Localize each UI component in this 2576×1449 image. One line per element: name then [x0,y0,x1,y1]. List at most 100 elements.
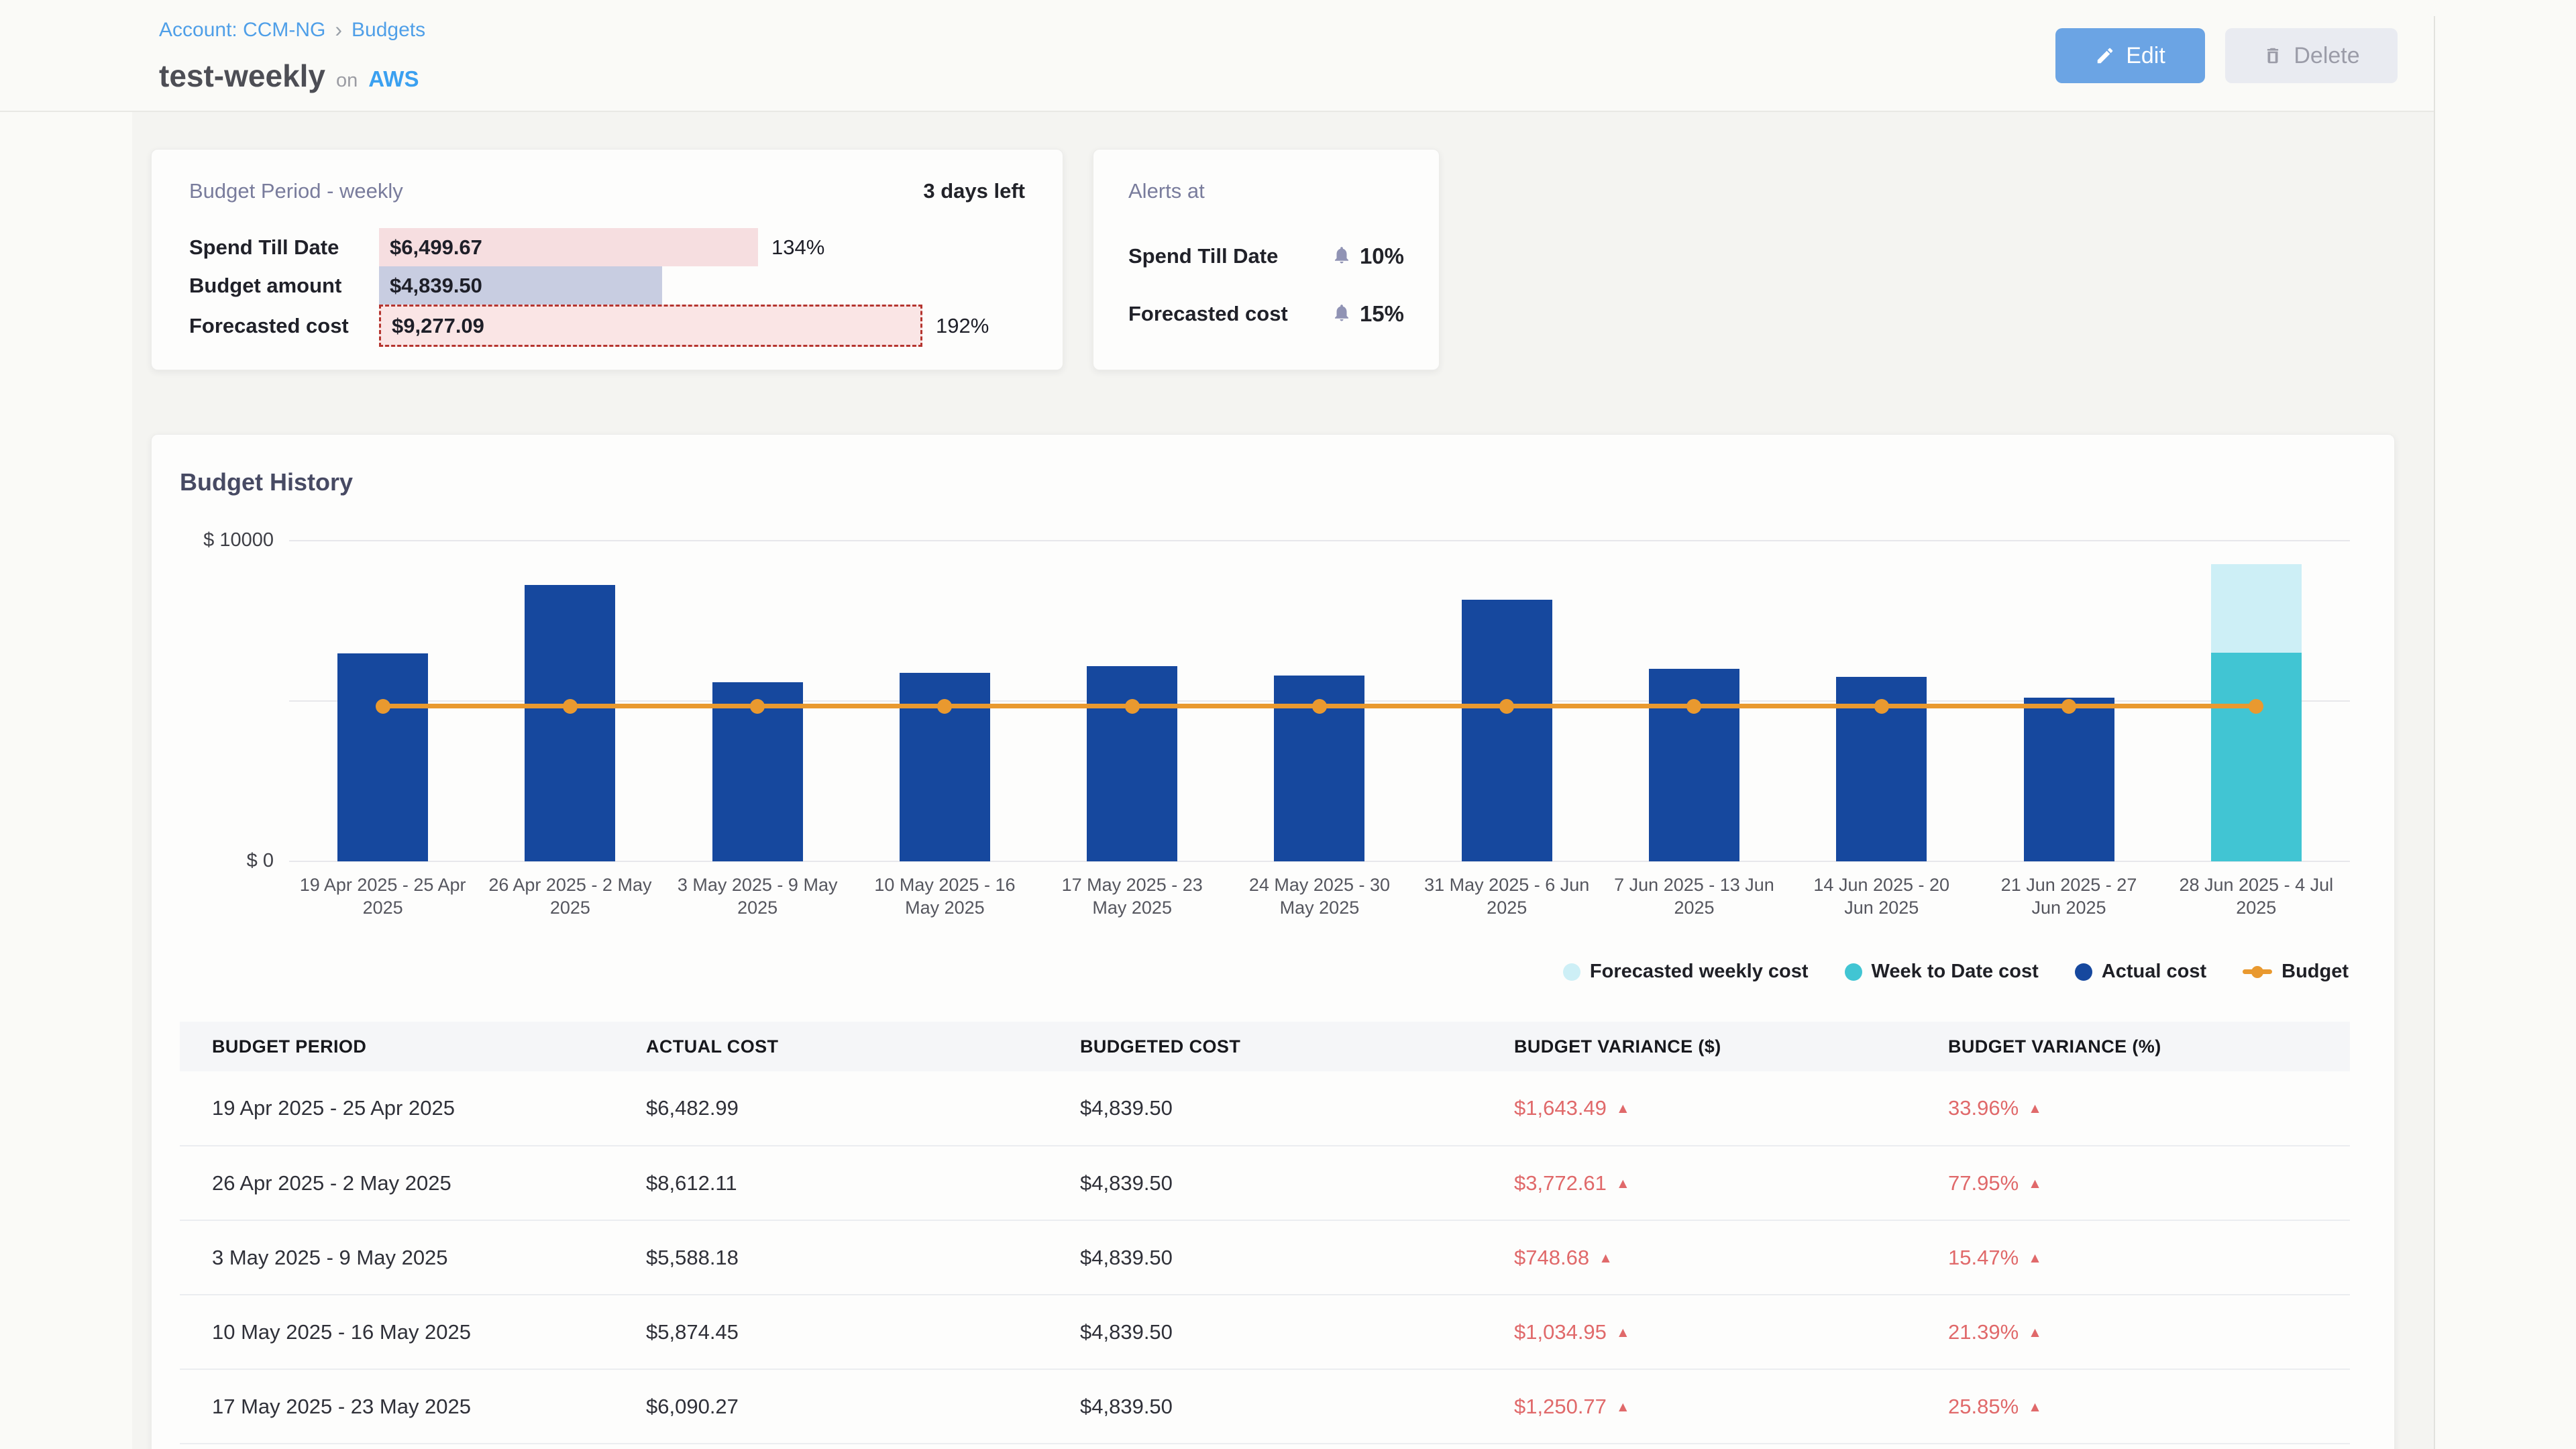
chart-bar[interactable] [1649,669,1739,861]
delete-button-label: Delete [2294,43,2359,69]
cell-budget-variance-pct: 33.96%▲ [1916,1071,2350,1146]
actual-cost-bar[interactable] [525,585,615,861]
budget-line-marker[interactable] [2061,699,2076,714]
title-connector: on [336,70,358,92]
variance-value: $3,772.61 [1514,1171,1607,1195]
cell-budgeted-cost: $4,839.50 [1048,1369,1482,1444]
y-axis-tick-label: $ 10000 [180,529,274,551]
content-panel-right-border [2434,16,2435,1449]
budget-period-rows: Spend Till Date$6,499.67134%Budget amoun… [189,228,1025,347]
table-header-row: BUDGET PERIODACTUAL COSTBUDGETED COSTBUD… [180,1022,2350,1071]
budget-line-marker[interactable] [1499,699,1514,714]
budget-line-marker[interactable] [937,699,952,714]
chart-bar[interactable] [337,653,428,861]
trend-up-icon: ▲ [1616,1325,1630,1340]
breadcrumb: Account: CCM-NG › Budgets [159,17,425,42]
budget-line-marker[interactable] [563,699,578,714]
budget-period-row-amount: $9,277.09 [392,314,484,338]
cell-budget-variance-pct: 77.95%▲ [1916,1146,2350,1220]
legend-item[interactable]: Forecasted weekly cost [1563,961,1809,983]
actual-cost-bar[interactable] [337,653,428,861]
legend-item[interactable]: Week to Date cost [1845,961,2039,983]
alert-row-label: Spend Till Date [1128,244,1278,268]
budget-line-marker[interactable] [2249,699,2263,714]
cloud-provider-label: AWS [368,66,419,92]
x-axis-label: 31 May 2025 - 6 Jun 2025 [1423,873,1591,919]
pencil-icon [2095,46,2115,66]
x-axis-label: 24 May 2025 - 30 May 2025 [1236,873,1403,919]
x-axis-label: 3 May 2025 - 9 May 2025 [674,873,841,919]
summary-cards-row: Budget Period - weekly 3 days left Spend… [151,149,1440,370]
actual-cost-bar[interactable] [1462,600,1552,861]
chart-category-column: 14 Jun 2025 - 20 Jun 2025 [1788,541,1975,861]
budget-period-card: Budget Period - weekly 3 days left Spend… [151,149,1063,370]
table-row: 19 Apr 2025 - 25 Apr 2025$6,482.99$4,839… [180,1071,2350,1146]
cell-budget-variance-usd: $748.68▲ [1482,1220,1916,1295]
budget-period-card-title: Budget Period - weekly [189,179,403,203]
column-header: BUDGET VARIANCE (%) [1916,1022,2350,1071]
delete-button[interactable]: Delete [2225,28,2398,83]
budget-line-marker[interactable] [1125,699,1140,714]
chevron-right-icon: › [335,17,342,42]
chart-category-column: 28 Jun 2025 - 4 Jul 2025 [2163,541,2350,861]
budget-line-marker[interactable] [1686,699,1701,714]
bell-icon [1332,303,1352,326]
variance-value: 15.47% [1948,1246,2019,1269]
alert-row-label: Forecasted cost [1128,302,1288,326]
week-to-date-cost-bar[interactable] [2211,653,2302,861]
cell-budget-period: 3 May 2025 - 9 May 2025 [180,1220,614,1295]
cell-budgeted-cost: $4,839.50 [1048,1146,1482,1220]
chart-bar[interactable] [1087,666,1177,861]
budget-name: test-weekly [159,58,325,94]
edit-button[interactable]: Edit [2055,28,2205,83]
budget-line-marker[interactable] [1874,699,1889,714]
variance-value: 77.95% [1948,1171,2019,1195]
variance-value: $1,034.95 [1514,1320,1607,1344]
trash-icon [2263,46,2283,66]
legend-label: Forecasted weekly cost [1590,961,1809,983]
forecasted-weekly-cost-bar[interactable] [2211,564,2302,653]
cell-budget-variance-pct: 21.39%▲ [1916,1295,2350,1369]
budget-detail-page: Account: CCM-NG › Budgets test-weekly on… [0,0,2576,1449]
chart-bar[interactable] [1462,600,1552,861]
actual-cost-bar[interactable] [2024,698,2114,861]
chart-category-column: 21 Jun 2025 - 27 Jun 2025 [1975,541,2162,861]
budget-period-row-label: Spend Till Date [189,235,379,260]
actual-cost-bar[interactable] [1087,666,1177,861]
breadcrumb-budgets-link[interactable]: Budgets [352,19,425,42]
budget-line-marker[interactable] [376,699,390,714]
column-header: BUDGET PERIOD [180,1022,614,1071]
breadcrumb-account-link[interactable]: Account: CCM-NG [159,19,325,42]
legend-item[interactable]: Budget [2243,961,2349,983]
chart-category-column: 19 Apr 2025 - 25 Apr 2025 [289,541,476,861]
budget-period-row-amount: $6,499.67 [390,235,482,260]
legend-label: Actual cost [2102,961,2206,983]
alert-threshold-group: 10% [1332,244,1404,269]
legend-item[interactable]: Actual cost [2075,961,2206,983]
trend-up-icon: ▲ [1599,1250,1613,1266]
alerts-card: Alerts at Spend Till Date 10% Forecasted c… [1093,149,1440,370]
budget-history-table: BUDGET PERIODACTUAL COSTBUDGETED COSTBUD… [180,1022,2350,1444]
spend-bar: $6,499.67 [379,228,758,266]
budget-period-row-amount: $4,839.50 [390,274,482,298]
cell-budget-period: 17 May 2025 - 23 May 2025 [180,1369,614,1444]
cell-budget-variance-usd: $1,034.95 ▲ [1482,1295,1916,1369]
budget-period-row-label: Budget amount [189,274,379,298]
budget-bar: $4,839.50 [379,266,662,305]
cell-budget-period: 19 Apr 2025 - 25 Apr 2025 [180,1071,614,1146]
content-panel: Budget Period - weekly 3 days left Spend… [132,112,2435,1449]
chart-bar[interactable] [525,585,615,861]
cell-actual-cost: $6,090.27 [614,1369,1048,1444]
alert-row: Forecasted cost15% [1128,301,1404,327]
budget-period-row: Spend Till Date$6,499.67134% [189,228,1025,266]
actual-cost-bar[interactable] [1649,669,1739,861]
budget-line-marker[interactable] [750,699,765,714]
budget-line-marker[interactable] [1312,699,1327,714]
chart-bar[interactable] [2024,698,2114,861]
forecast-bar: $9,277.09 [379,305,922,347]
alerts-card-title: Alerts at [1128,179,1205,203]
variance-value: $1,643.49 [1514,1096,1607,1120]
trend-up-icon: ▲ [2028,1250,2042,1266]
cell-budgeted-cost: $4,839.50 [1048,1071,1482,1146]
cell-budgeted-cost: $4,839.50 [1048,1220,1482,1295]
